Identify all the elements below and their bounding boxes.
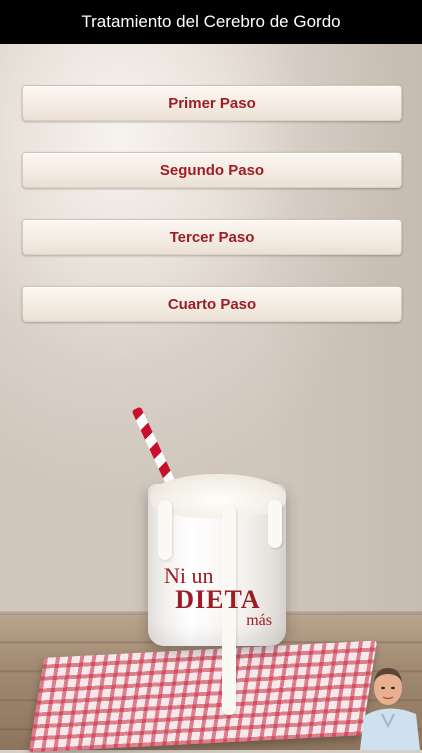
glass-logo-text: Ni un DIETA más: [156, 565, 280, 629]
step-2-button[interactable]: Segundo Paso: [22, 152, 402, 188]
checkered-napkin: [28, 640, 378, 753]
steps-menu: Primer Paso Segundo Paso Tercer Paso Cua…: [22, 85, 402, 353]
glass-logo-line3: más: [246, 612, 272, 629]
title-bar: Tratamiento del Cerebro de Gordo: [0, 0, 422, 44]
step-3-button[interactable]: Tercer Paso: [22, 219, 402, 255]
step-1-button[interactable]: Primer Paso: [22, 85, 402, 121]
author-portrait: [360, 668, 420, 750]
milk-drip: [268, 500, 282, 548]
glass-logo-line2: DIETA: [175, 585, 261, 614]
milk-drip: [158, 500, 172, 560]
glass-logo-line1: Ni un: [164, 563, 214, 588]
step-4-button[interactable]: Cuarto Paso: [22, 286, 402, 322]
page-title: Tratamiento del Cerebro de Gordo: [81, 12, 341, 31]
